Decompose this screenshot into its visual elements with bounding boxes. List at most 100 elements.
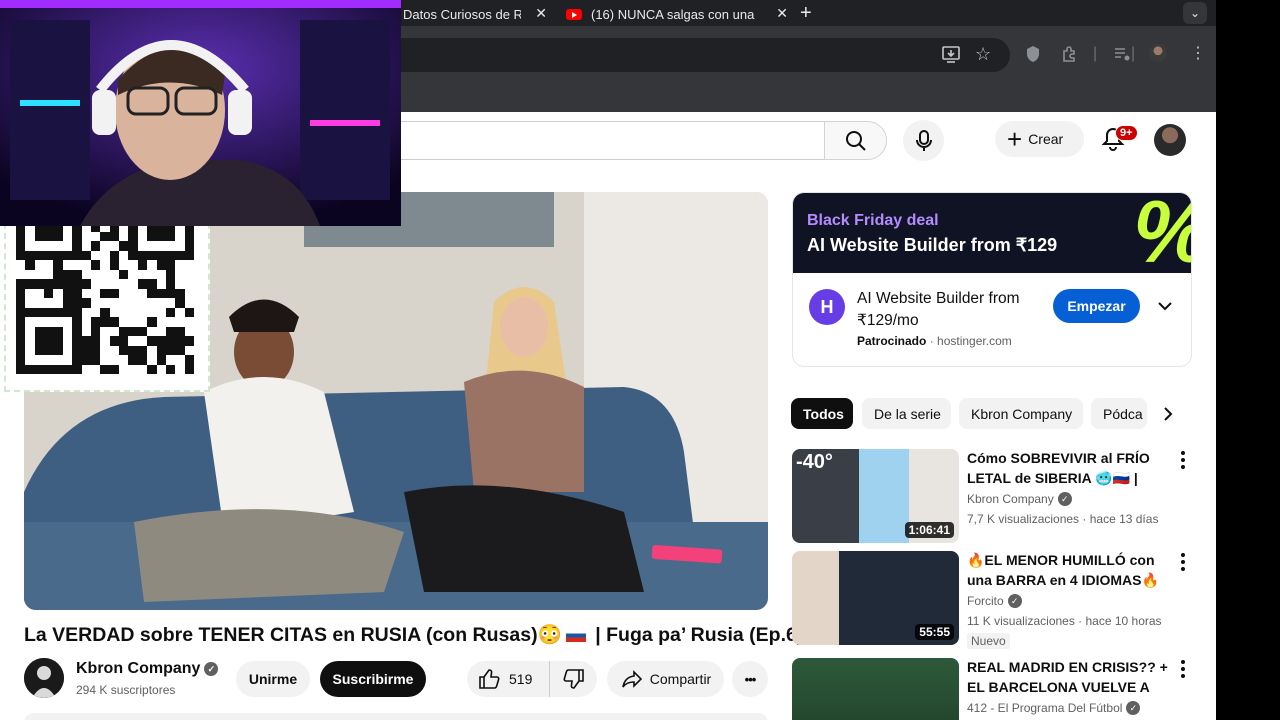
media-controls-icon[interactable]	[1113, 45, 1131, 63]
chip-podcasts[interactable]: Pódca	[1091, 398, 1147, 429]
create-button[interactable]: + Crear	[995, 121, 1084, 157]
qr-module	[100, 317, 110, 327]
webcam-overlay	[0, 0, 401, 226]
tab-search-button[interactable]: ⌄	[1183, 2, 1207, 24]
chip-channel[interactable]: Kbron Company	[959, 398, 1083, 429]
rec-channel[interactable]: 412 - El Programa Del Fútbol ✓	[967, 701, 1141, 715]
qr-module	[90, 288, 101, 299]
close-icon[interactable]: ✕	[776, 5, 788, 22]
shield-extension-icon[interactable]	[1025, 45, 1041, 63]
qr-module	[90, 307, 101, 318]
advertiser-logo[interactable]: H	[809, 289, 845, 325]
qr-module	[165, 345, 176, 356]
qr-module	[175, 298, 185, 308]
close-icon[interactable]: ✕	[535, 5, 547, 22]
more-actions-button[interactable]: •••	[732, 661, 768, 697]
browser-tab-2[interactable]: (16) NUNCA salgas con una R ✕	[566, 3, 794, 26]
qr-module	[175, 279, 185, 289]
account-avatar[interactable]	[1154, 124, 1186, 156]
address-bar[interactable]	[380, 38, 1010, 72]
qr-module	[184, 355, 194, 365]
search-button[interactable]	[824, 121, 887, 160]
qr-module	[119, 307, 129, 318]
ad-banner-line2: AI Website Builder from ₹129	[807, 235, 1058, 255]
qr-module	[62, 241, 73, 251]
rec-title[interactable]: REAL MADRID EN CRISIS?? + EL BARCELONA V…	[967, 657, 1172, 697]
search-input[interactable]	[380, 121, 825, 160]
qr-module	[53, 231, 63, 242]
rec-channel[interactable]: Forcito ✓	[967, 594, 1022, 608]
qr-module	[16, 250, 26, 261]
like-button[interactable]: 519	[467, 661, 550, 697]
plus-icon: +	[1007, 124, 1023, 154]
dislike-button[interactable]	[550, 661, 597, 697]
description-box[interactable]	[24, 713, 768, 720]
qr-module	[119, 231, 129, 242]
menu-kebab-icon[interactable]: ⋮	[1190, 45, 1206, 63]
qr-module	[90, 279, 101, 289]
qr-module	[16, 241, 26, 251]
qr-module	[62, 355, 73, 365]
chip-all[interactable]: Todos	[791, 398, 853, 429]
sponsored-ad-card[interactable]: Black Friday deal AI Website Builder fro…	[792, 192, 1192, 367]
rec-title[interactable]: 🔥EL MENOR HUMILLÓ con una BARRA en 4 IDI…	[967, 550, 1172, 590]
rec-thumbnail[interactable]: -40° 1:06:41	[792, 449, 959, 543]
qr-module	[44, 355, 54, 365]
channel-name-text: Kbron Company	[76, 660, 201, 677]
qr-module	[34, 307, 45, 318]
extensions-puzzle-icon[interactable]	[1061, 45, 1079, 63]
rec-title[interactable]: Cómo SOBREVIVIR al FRÍO LETAL de SIBERIA…	[967, 448, 1172, 488]
voice-search-button[interactable]	[903, 120, 944, 161]
rec-thumbnail[interactable]	[792, 658, 959, 720]
ad-title[interactable]: AI Website Builder from ₹129/mo	[857, 288, 1037, 332]
bookmark-star-icon[interactable]: ☆	[975, 45, 991, 63]
video-title-text: La VERDAD sobre TENER CITAS en RUSIA (co…	[24, 624, 562, 646]
rec-channel[interactable]: Kbron Company ✓	[967, 492, 1072, 506]
video-title: La VERDAD sobre TENER CITAS en RUSIA (co…	[24, 623, 803, 647]
chip-series[interactable]: De la serie	[862, 398, 951, 429]
chevron-right-icon[interactable]	[1158, 404, 1178, 424]
qr-module	[34, 345, 45, 356]
profile-avatar-icon[interactable]	[1149, 44, 1167, 62]
qr-module	[184, 269, 194, 280]
qr-module	[44, 279, 54, 289]
channel-name[interactable]: Kbron Company ✓	[76, 660, 219, 678]
join-button[interactable]: Unirme	[236, 661, 310, 697]
qr-module	[184, 336, 194, 346]
rec-menu-kebab-icon[interactable]	[1176, 450, 1190, 470]
new-tab-button[interactable]: +	[800, 2, 812, 25]
qr-module	[119, 345, 129, 356]
qr-module	[109, 307, 120, 318]
subscribe-button[interactable]: Suscribirme	[320, 661, 426, 697]
qr-module	[128, 279, 138, 289]
qr-module	[165, 336, 176, 346]
browser-tab-1[interactable]: Datos Curiosos de R ✕	[403, 3, 553, 26]
qr-module	[119, 260, 129, 270]
qr-module	[100, 241, 110, 251]
qr-module	[175, 364, 185, 374]
qr-module	[34, 364, 45, 374]
qr-module	[53, 364, 63, 374]
screen-margin	[1216, 0, 1280, 720]
rec-menu-kebab-icon[interactable]	[1176, 659, 1190, 679]
install-app-icon[interactable]	[942, 45, 960, 63]
rec-menu-kebab-icon[interactable]	[1176, 552, 1190, 572]
qr-module	[184, 250, 194, 261]
qr-module	[53, 355, 63, 365]
ad-banner[interactable]: Black Friday deal AI Website Builder fro…	[793, 193, 1191, 273]
microphone-icon	[915, 129, 932, 151]
notification-count-badge: 9+	[1115, 125, 1138, 141]
channel-avatar[interactable]	[24, 658, 64, 698]
qr-module	[100, 250, 110, 261]
qr-module	[34, 317, 45, 327]
qr-module	[147, 279, 157, 289]
share-button[interactable]: Compartir	[607, 661, 724, 697]
qr-module	[25, 317, 35, 327]
qr-module	[156, 241, 166, 251]
qr-module	[90, 326, 101, 337]
rec-thumbnail[interactable]: 55:55	[792, 551, 959, 645]
chevron-down-icon[interactable]	[1155, 296, 1175, 316]
search-icon	[845, 130, 866, 151]
qr-module	[53, 298, 63, 308]
ad-cta-button[interactable]: Empezar	[1053, 289, 1140, 323]
